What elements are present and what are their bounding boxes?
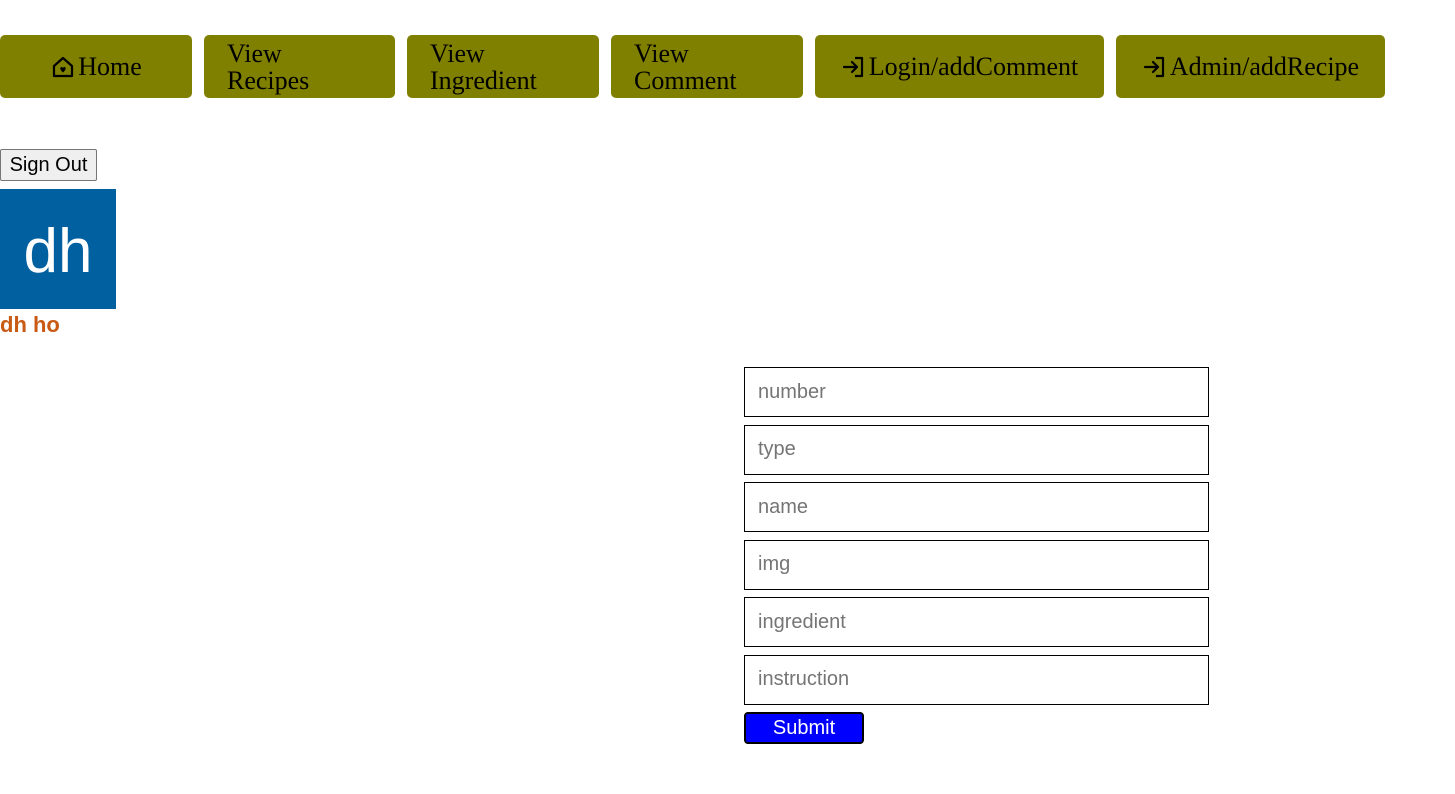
nav-login-add-comment-button[interactable]: Login/addComment (815, 35, 1104, 98)
nav-view-ingredient-line2: Ingredient (430, 65, 537, 95)
nav-view-comment-button[interactable]: View Comment (611, 35, 803, 98)
nav-login-add-comment-label: Login/addComment (868, 52, 1079, 81)
img-input[interactable] (744, 539, 1209, 590)
name-input[interactable] (744, 482, 1209, 532)
nav-view-recipes-button[interactable]: View Recipes (204, 35, 395, 98)
sign-out-button[interactable]: Sign Out (0, 149, 97, 181)
avatar-initials: dh (23, 216, 93, 286)
nav-view-comment-line2: Comment (634, 65, 737, 95)
nav-admin-add-recipe-button[interactable]: Admin/addRecipe (1116, 35, 1385, 98)
add-recipe-form: Submit (744, 367, 1209, 744)
nav-view-ingredient-button[interactable]: View Ingredient (407, 35, 599, 98)
nav-admin-add-recipe-label: Admin/addRecipe (1169, 52, 1360, 81)
home-heart-icon (50, 54, 76, 80)
instruction-input[interactable] (744, 654, 1209, 705)
nav-home-button[interactable]: Home (0, 35, 192, 98)
avatar: dh (0, 189, 116, 309)
nav-view-ingredient-line1: View (430, 38, 485, 68)
nav-view-recipes-line1: View (227, 38, 282, 68)
number-input[interactable] (744, 367, 1209, 417)
login-arrow-icon (841, 54, 867, 80)
login-arrow-icon (1142, 54, 1168, 80)
nav-view-comment-line1: View (634, 38, 689, 68)
nav-home-label: Home (78, 52, 142, 81)
nav-view-recipes-line2: Recipes (227, 65, 310, 95)
type-input[interactable] (744, 424, 1209, 475)
user-name: dh ho (0, 312, 60, 337)
submit-button[interactable]: Submit (744, 712, 864, 744)
ingredient-input[interactable] (744, 597, 1209, 647)
top-nav: Home View Recipes View Ingredient View C… (0, 35, 1455, 98)
